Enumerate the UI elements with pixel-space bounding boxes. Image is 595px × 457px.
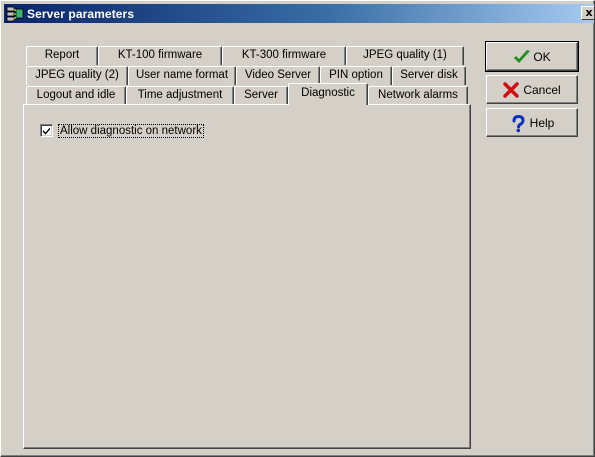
ok-button[interactable]: OK [485, 41, 579, 72]
tab-report[interactable]: Report [26, 46, 98, 65]
server-parameters-icon [6, 6, 24, 22]
window-title: Server parameters [27, 6, 135, 21]
tab-jpeg-quality-2[interactable]: JPEG quality (2) [26, 66, 128, 85]
allow-diagnostic-label[interactable]: Allow diagnostic on network [58, 123, 204, 138]
tab-logout-and-idle[interactable]: Logout and idle [26, 86, 126, 105]
tab-kt100-firmware[interactable]: KT-100 firmware [98, 46, 222, 65]
help-button-label: Help [529, 115, 555, 130]
ok-button-label: OK [533, 49, 551, 64]
checkmark-icon [43, 127, 50, 135]
tab-server-disk[interactable]: Server disk [392, 66, 466, 85]
tab-kt300-firmware[interactable]: KT-300 firmware [222, 46, 346, 65]
tab-time-adjustment[interactable]: Time adjustment [126, 86, 234, 105]
server-parameters-dialog: Server parameters x Report KT-100 firmwa… [0, 0, 595, 457]
tab-server[interactable]: Server [234, 86, 288, 105]
tab-jpeg-quality-1[interactable]: JPEG quality (1) [346, 46, 464, 65]
cancel-button-label: Cancel [523, 82, 561, 97]
cancel-button[interactable]: Cancel [486, 75, 578, 104]
title-bar[interactable]: Server parameters x [4, 4, 594, 23]
tab-network-alarms[interactable]: Network alarms [368, 86, 468, 105]
help-button[interactable]: Help [486, 108, 578, 137]
tab-user-name-format[interactable]: User name format [128, 66, 236, 85]
diagnostic-tab-panel: Allow diagnostic on network [23, 104, 471, 449]
close-button[interactable]: x [581, 6, 594, 20]
red-x-icon [503, 81, 520, 98]
question-mark-icon [510, 114, 526, 132]
checkmark-icon [513, 49, 531, 65]
tab-diagnostic[interactable]: Diagnostic [288, 83, 368, 105]
allow-diagnostic-option[interactable]: Allow diagnostic on network [40, 123, 204, 138]
allow-diagnostic-checkbox[interactable] [40, 124, 53, 137]
